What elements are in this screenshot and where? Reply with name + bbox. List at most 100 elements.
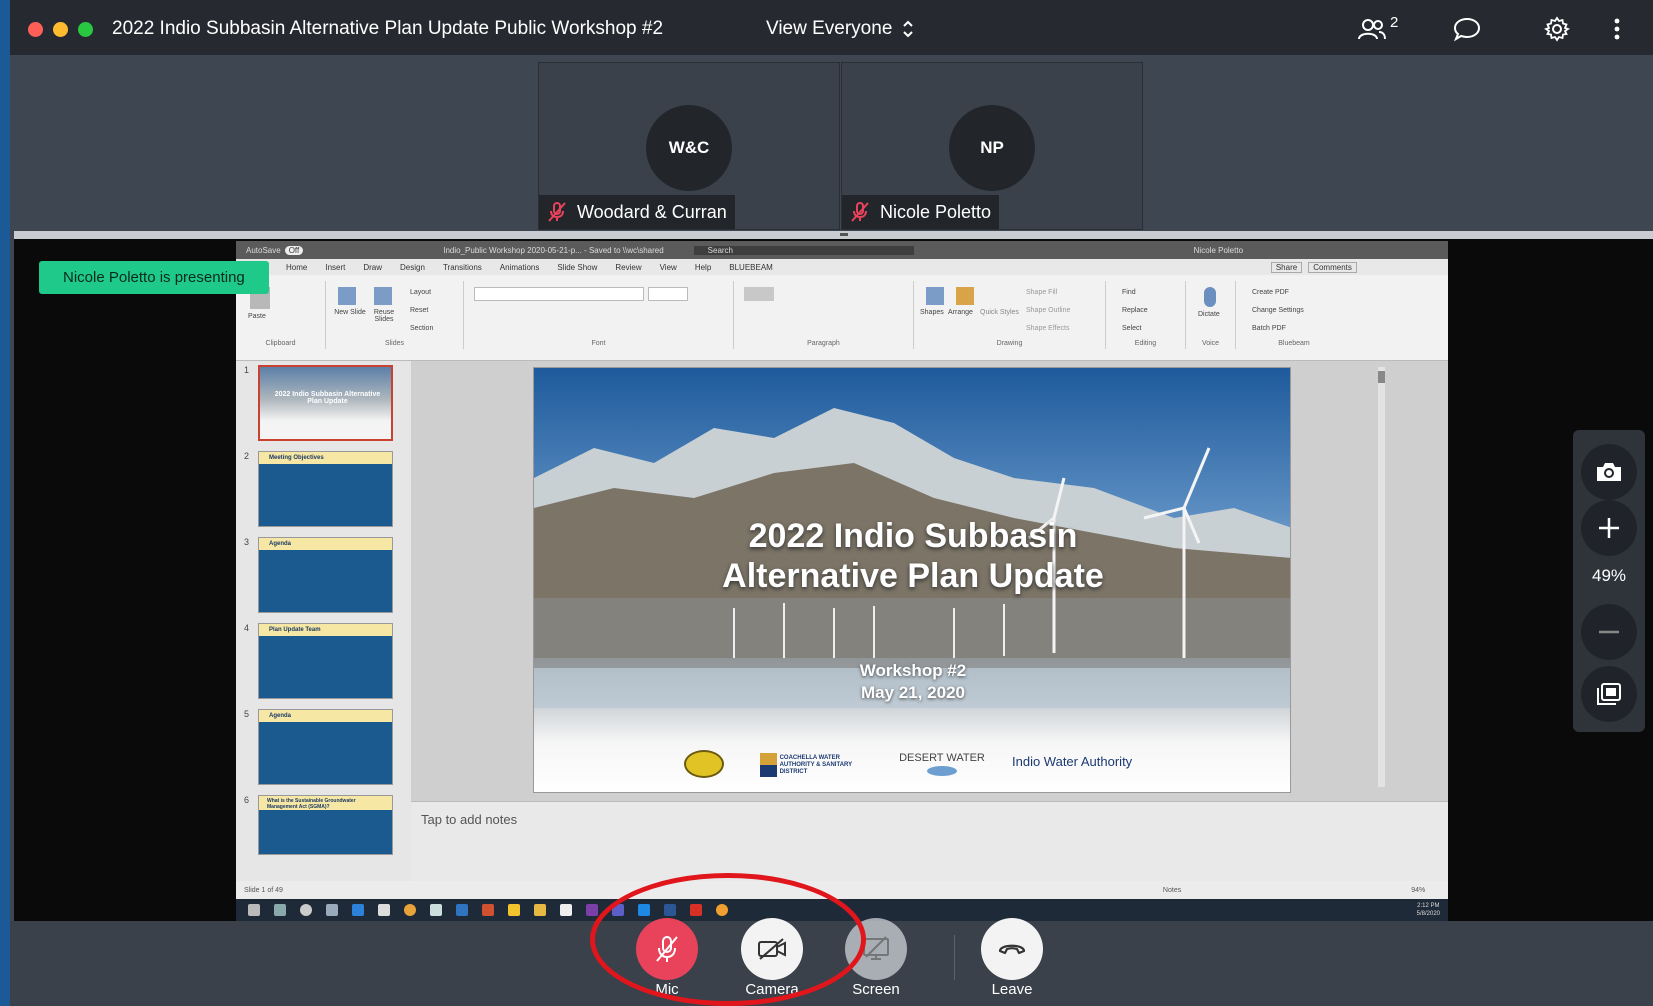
participant-count: 2: [1390, 14, 1399, 31]
cvwd-logo: [684, 750, 724, 778]
ppt-tab: Insert: [325, 262, 346, 272]
gallery-icon: [1597, 683, 1621, 705]
zoom-out-button[interactable]: [1581, 604, 1637, 660]
meeting-title: 2022 Indio Subbasin Alternative Plan Upd…: [112, 18, 664, 39]
ribbon-button-label: Reset: [410, 307, 429, 314]
ppt-tab: Animations: [499, 262, 540, 272]
calculator-icon: [560, 904, 572, 916]
ppt-window-title: Indio_Public Workshop 2020-05-21-p... - …: [443, 245, 664, 255]
logo-text: Indio Water Authority: [1012, 754, 1133, 769]
edge-icon: [352, 904, 364, 916]
snapshot-button[interactable]: [1581, 444, 1637, 500]
logo-text: DESERT WATER: [899, 752, 985, 764]
slide-thumbnail: What is the Sustainable Groundwater Mana…: [258, 795, 393, 855]
ribbon-button-label: Paste: [248, 313, 266, 320]
desert-water-logo: DESERT WATER: [892, 752, 992, 776]
ribbon-button-label: Shapes: [920, 309, 944, 316]
zoom-panel: 49%: [1573, 430, 1645, 732]
notes-pane: Tap to add notes: [411, 801, 1448, 881]
view-selector[interactable]: View Everyone: [766, 18, 914, 40]
shared-screen[interactable]: AutoSave Off Indio_Public Workshop 2020-…: [236, 241, 1448, 921]
onenote-icon: [586, 904, 598, 916]
participant-name-chip: Woodard & Curran: [539, 195, 735, 229]
participant-name-chip: Nicole Poletto: [842, 195, 1000, 229]
slide-subtitle-line2: May 21, 2020: [861, 683, 965, 702]
slide-thumbnail: Agenda: [258, 537, 393, 613]
slide-scrollbar: [1378, 367, 1385, 787]
ribbon-button-label: Change Settings: [1252, 307, 1304, 314]
ppt-comments-button: Comments: [1308, 261, 1357, 273]
slide-thumbnail: Agenda: [258, 709, 393, 785]
chat-button[interactable]: [1450, 14, 1484, 44]
slide-thumbnail: Meeting Objectives: [258, 451, 393, 527]
red-annotation-circle: [590, 873, 866, 1006]
video-call-app: 2022 Indio Subbasin Alternative Plan Upd…: [10, 0, 1653, 1006]
picture-in-picture-button[interactable]: [1581, 666, 1637, 722]
windows-start-icon: [248, 904, 260, 916]
ppt-share-button: Share: [1270, 261, 1303, 273]
ppt-tab: BLUEBEAM: [729, 262, 773, 272]
ppt-tab: Home: [286, 262, 308, 272]
coachella-logo: COACHELLA WATER AUTHORITY & SANITARY DIS…: [760, 752, 870, 778]
ppt-tab: Slide Show: [557, 262, 598, 272]
minus-icon: [1599, 630, 1619, 634]
thumbnail-number: 5: [244, 709, 250, 719]
ribbon-group-label: Bluebeam: [1278, 340, 1310, 347]
ppt-zoom-level: 94%: [1411, 886, 1426, 894]
ribbon-group-label: Editing: [1134, 340, 1157, 347]
ribbon-group-label: Voice: [1201, 340, 1220, 347]
ribbon-button-label: Reuse Slides: [373, 309, 395, 323]
ppt-tab: View: [659, 262, 677, 272]
ribbon-button-label: Replace: [1122, 307, 1148, 314]
ppt-tab: Review: [615, 262, 642, 272]
ribbon-button-label: New Slide: [334, 309, 366, 316]
settings-button[interactable]: [1540, 14, 1574, 44]
chat-bubble-icon: [1453, 17, 1481, 42]
zoom-in-button[interactable]: [1581, 500, 1637, 556]
logo-text: COACHELLA WATER AUTHORITY & SANITARY DIS…: [779, 754, 853, 775]
participant-name: Woodard & Curran: [577, 201, 727, 222]
participant-tile-woodard-curran[interactable]: W&C Woodard & Curran: [538, 62, 840, 230]
ppt-title-bar: AutoSave Off Indio_Public Workshop 2020-…: [236, 241, 1448, 259]
chrome-icon: [404, 904, 416, 916]
ribbon-group: Paragraph: [734, 281, 914, 349]
slide-count: Slide 1 of 49: [244, 886, 283, 894]
system-clock: 2:12 PM 5/8/2020: [1417, 902, 1440, 918]
leave-button[interactable]: [981, 918, 1043, 980]
plus-icon: [1599, 518, 1619, 538]
participants-button[interactable]: [1355, 14, 1389, 44]
ppt-ribbon: Paste Clipboard New Slide Reuse Slides L…: [236, 275, 1448, 361]
ribbon-button-label: Shape Effects: [1026, 325, 1070, 332]
ppt-tab: Transitions: [442, 262, 482, 272]
ribbon-group: Find Replace Select Editing: [1106, 281, 1186, 349]
hang-up-icon: [998, 944, 1026, 955]
minimize-window-button[interactable]: [53, 22, 68, 37]
thumbnail-title: Agenda: [269, 713, 292, 719]
vertical-ellipsis-icon: [1614, 18, 1620, 40]
ribbon-group: Font: [464, 281, 734, 349]
zoom-window-button[interactable]: [78, 22, 93, 37]
ribbon-button-label: Find: [1122, 289, 1136, 296]
ribbon-group-label: Drawing: [996, 340, 1023, 347]
mic-muted-icon: [548, 202, 566, 222]
thumbnail-number: 2: [244, 451, 250, 461]
thumbnail-number: 4: [244, 623, 250, 633]
thumbnail-number: 6: [244, 795, 250, 805]
sticky-notes-icon: [508, 904, 520, 916]
close-window-button[interactable]: [28, 22, 43, 37]
ppt-user-name: Nicole Poletto: [1193, 245, 1244, 255]
participant-tile-nicole-poletto[interactable]: NP Nicole Poletto: [841, 62, 1143, 230]
camera-icon: [1597, 463, 1621, 481]
resize-divider[interactable]: [14, 231, 1653, 239]
ribbon-group-label: Slides: [384, 340, 405, 347]
view-selector-label: View Everyone: [766, 18, 893, 39]
outlook-icon: [456, 904, 468, 916]
cortana-icon: [300, 904, 312, 916]
ppt-tab: Draw: [363, 262, 383, 272]
onedrive-icon: [378, 904, 390, 916]
thumbnail-title: Meeting Objectives: [269, 455, 324, 461]
ribbon-button-label: Section: [410, 325, 434, 332]
app-icon: [430, 904, 442, 916]
more-options-button[interactable]: [1607, 14, 1627, 44]
ribbon-group-label: Clipboard: [265, 340, 296, 347]
